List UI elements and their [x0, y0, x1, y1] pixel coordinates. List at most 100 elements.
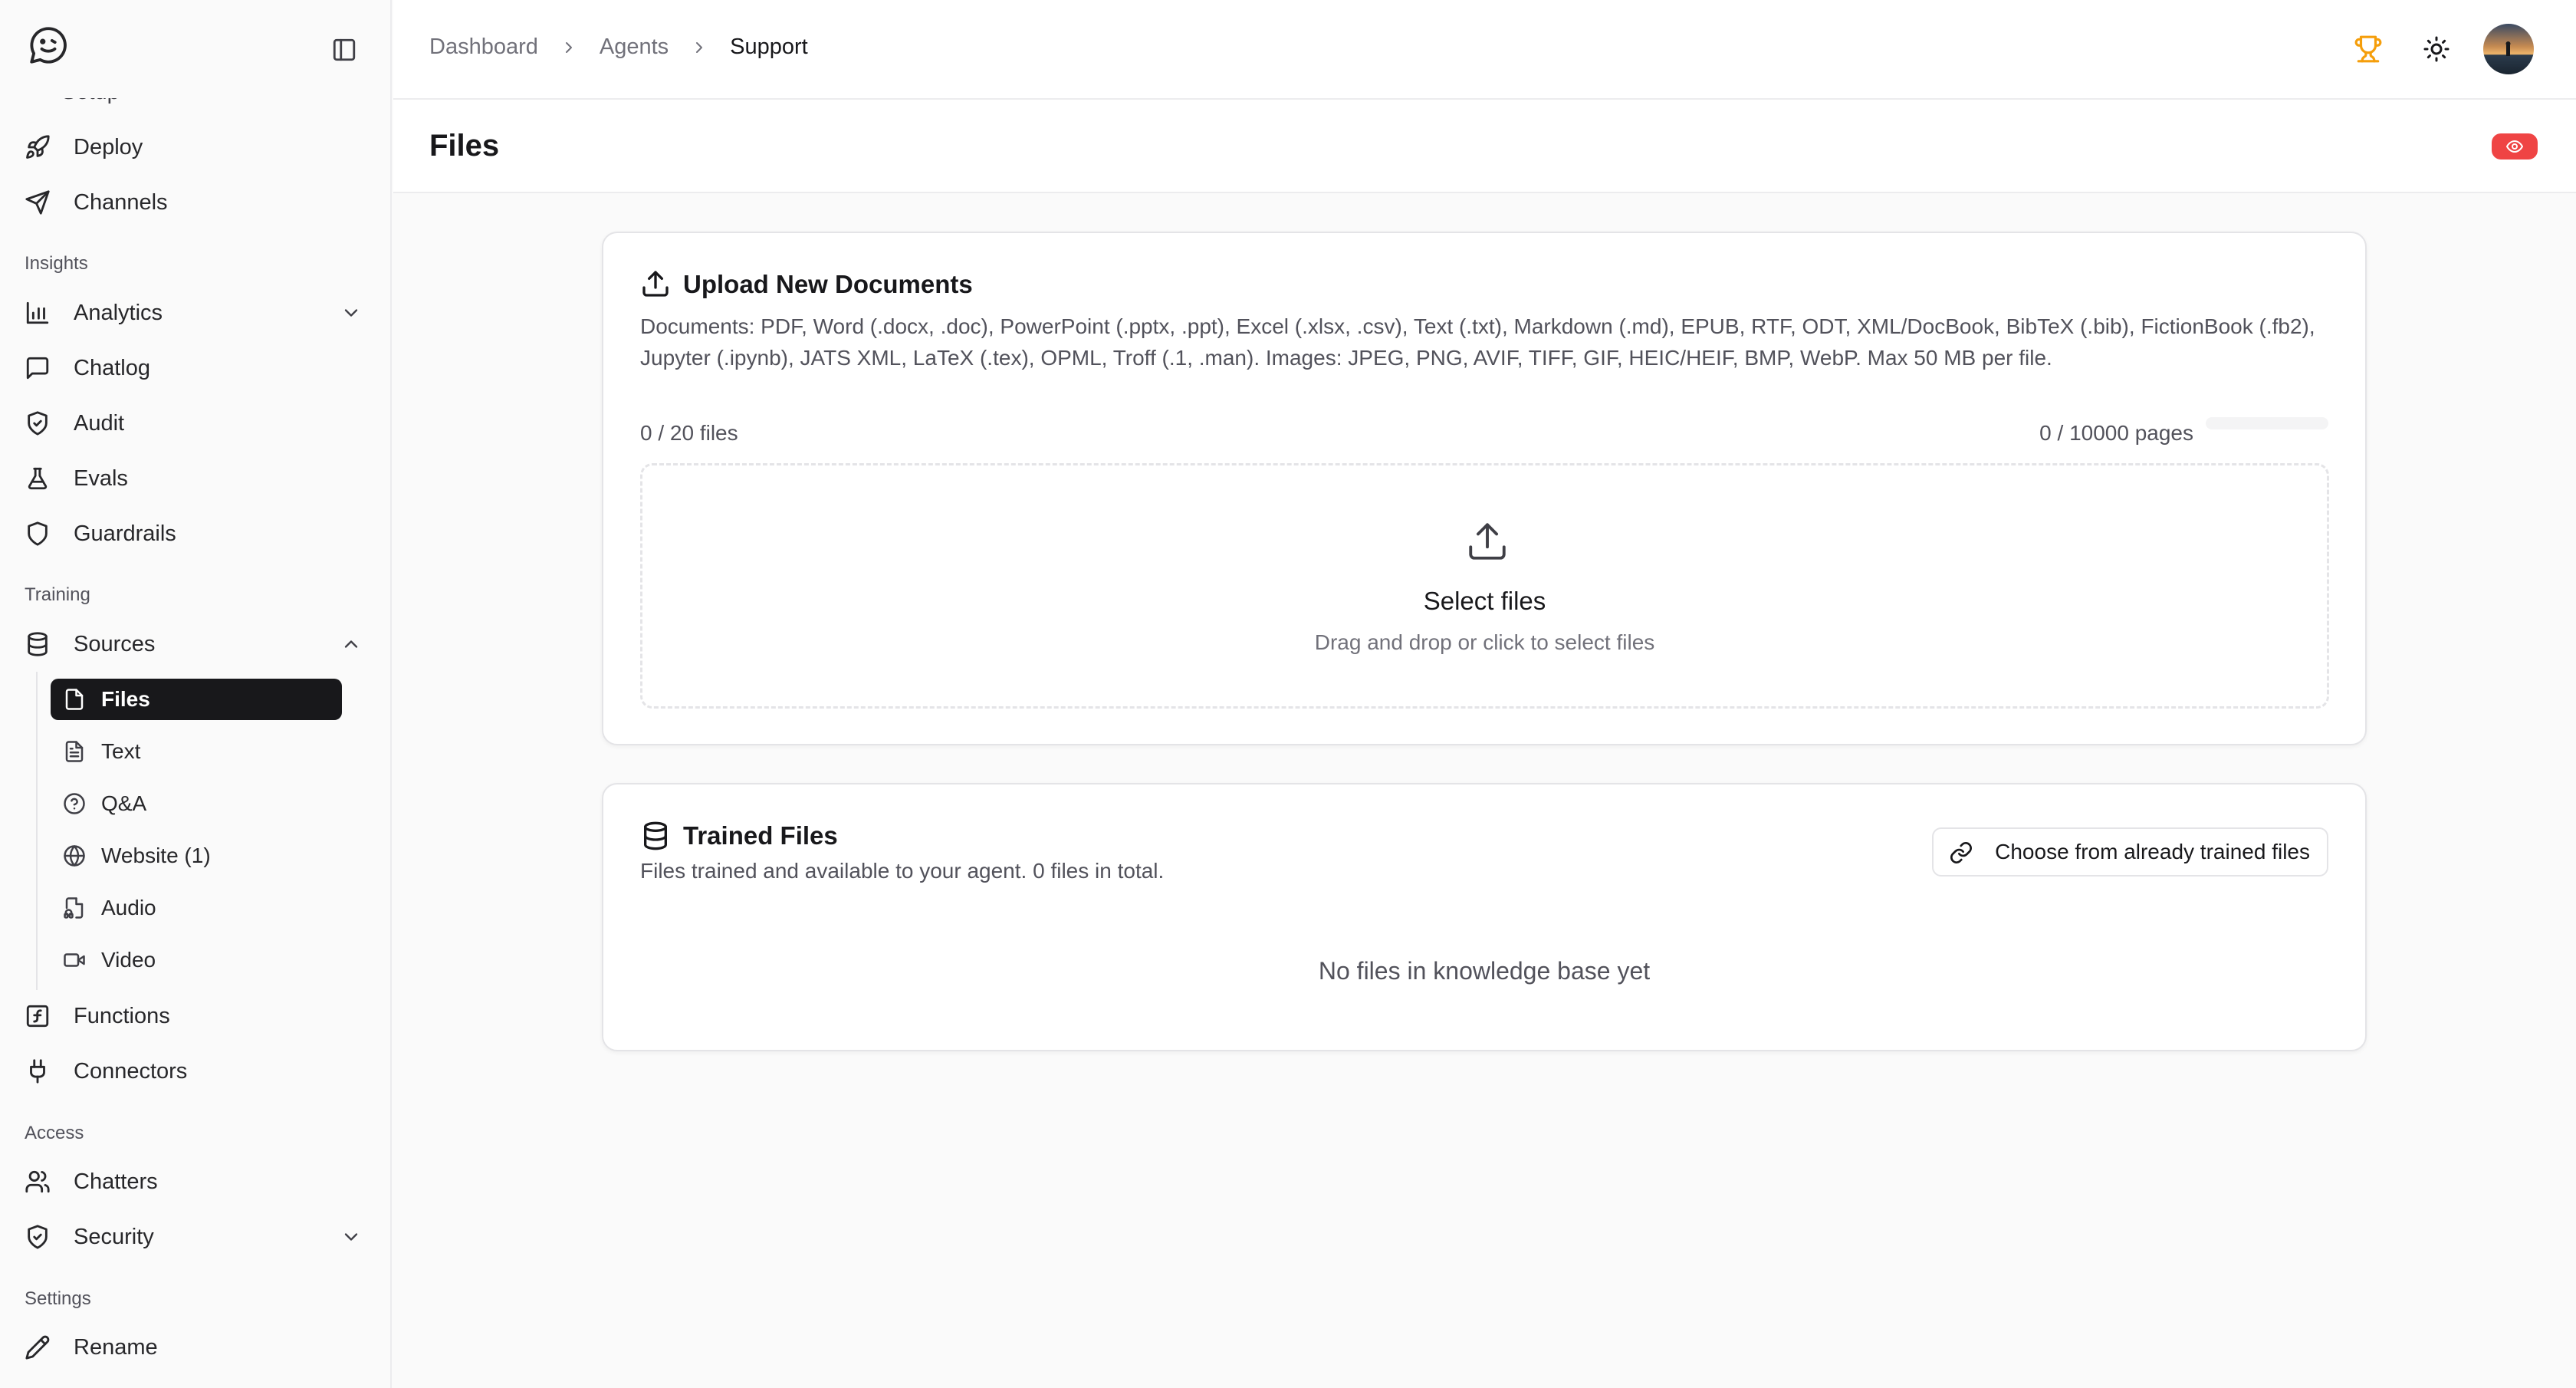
sidebar-item-label: Audit: [74, 410, 125, 436]
sidebar-item-label: Analytics: [74, 300, 163, 325]
shield-icon: [25, 521, 51, 547]
page-header: Files: [393, 100, 2576, 193]
globe-icon: [63, 844, 86, 867]
chat-smile-logo-icon[interactable]: [26, 23, 71, 67]
upload-icon: [1465, 519, 1510, 564]
sidebar-item-audit[interactable]: Audit: [12, 400, 376, 447]
pages-count: 0 / 10000 pages: [2039, 421, 2193, 445]
pages-progress-bar: [2206, 417, 2328, 429]
breadcrumb-dashboard[interactable]: Dashboard: [429, 35, 538, 60]
upload-card-title: Upload New Documents: [683, 270, 973, 298]
sidebar-section-settings: Settings: [25, 1288, 91, 1309]
avatar[interactable]: [2483, 24, 2534, 74]
choose-button-label: Choose from already trained files: [1995, 840, 2310, 863]
sidebar-item-label: Rename: [74, 1334, 158, 1360]
sidebar-item-evals[interactable]: Evals: [12, 455, 376, 502]
trained-card-title: Trained Files: [683, 821, 838, 850]
bar-chart-icon: [25, 300, 51, 326]
sidebar-header: [0, 0, 390, 98]
function-square-icon: [25, 1003, 51, 1029]
send-icon: [25, 189, 51, 215]
breadcrumb-agents[interactable]: Agents: [600, 35, 669, 60]
users-icon: [25, 1169, 51, 1195]
chevron-right-icon: [560, 38, 578, 57]
sidebar-subitem-text[interactable]: Text: [51, 731, 342, 772]
chevron-down-icon[interactable]: [340, 1226, 362, 1248]
sidebar-item-chatters[interactable]: Chatters: [12, 1158, 376, 1205]
sidebar-item-analytics[interactable]: Analytics: [12, 289, 376, 337]
sidebar-toggle-icon[interactable]: [331, 37, 357, 63]
sidebar-subitem-label: Q&A: [101, 791, 147, 815]
sun-icon[interactable]: [2423, 35, 2450, 63]
sidebar-subitem-qa[interactable]: Q&A: [51, 783, 342, 824]
upload-card: Upload New Documents Documents: PDF, Wor…: [602, 232, 2367, 745]
sidebar-item-functions[interactable]: Functions: [12, 992, 376, 1040]
topbar: Dashboard Agents Support: [393, 0, 2576, 100]
shield-check-icon: [25, 1224, 51, 1250]
file-icon: [63, 688, 86, 711]
empty-state-text: No files in knowledge base yet: [1318, 957, 1651, 985]
sidebar-subitem-audio[interactable]: Audio: [51, 887, 342, 929]
trained-files-card: Trained Files Files trained and availabl…: [602, 783, 2367, 1051]
sidebar-item-label: Channels: [74, 189, 168, 215]
sidebar-item-channels[interactable]: Channels: [12, 179, 376, 226]
sidebar-item-connectors[interactable]: Connectors: [12, 1048, 376, 1095]
visibility-badge[interactable]: [2492, 133, 2538, 160]
database-icon: [640, 821, 671, 851]
sidebar-subitem-website[interactable]: Website (1): [51, 835, 342, 877]
sidebar-subitem-files[interactable]: Files: [51, 679, 342, 720]
video-icon: [63, 949, 86, 972]
sidebar-subitem-label: Files: [101, 687, 150, 711]
trophy-icon[interactable]: [2354, 35, 2383, 64]
sidebar-section-insights: Insights: [25, 253, 88, 274]
sidebar-subitem-label: Text: [101, 739, 141, 763]
sidebar: Setup Deploy Channels Insights Analytics…: [0, 0, 392, 1388]
database-icon: [25, 631, 51, 657]
file-audio-icon: [63, 896, 86, 919]
link-icon: [1949, 840, 1973, 865]
sidebar-item-guardrails[interactable]: Guardrails: [12, 510, 376, 558]
chevron-up-icon[interactable]: [340, 633, 362, 655]
plug-icon: [25, 1058, 51, 1084]
dropzone-subtitle: Drag and drop or click to select files: [1314, 630, 1655, 654]
sidebar-item-label: Chatlog: [74, 355, 150, 380]
sidebar-item-label: Guardrails: [74, 521, 176, 546]
sidebar-subitem-label: Website (1): [101, 844, 211, 867]
sidebar-subitem-label: Audio: [101, 896, 156, 919]
sidebar-subitem-label: Video: [101, 948, 156, 972]
submenu-guide-line: [36, 672, 38, 990]
sidebar-item-rename[interactable]: Rename: [12, 1324, 376, 1371]
upload-icon: [640, 268, 671, 299]
pencil-icon: [25, 1334, 51, 1360]
files-count: 0 / 20 files: [640, 421, 738, 445]
message-square-icon: [25, 355, 51, 381]
breadcrumb-support: Support: [730, 35, 808, 59]
shield-check-icon: [25, 410, 51, 436]
sidebar-item-label: Evals: [74, 465, 128, 491]
help-circle-icon: [63, 792, 86, 815]
sidebar-item-sources[interactable]: Sources: [12, 620, 376, 668]
sidebar-subitem-video[interactable]: Video: [51, 939, 342, 981]
page-title: Files: [429, 129, 500, 163]
chevron-right-icon: [690, 38, 708, 57]
sidebar-item-label: Functions: [74, 1003, 170, 1028]
upload-description: Documents: PDF, Word (.docx, .doc), Powe…: [640, 314, 2315, 370]
dropzone-title: Select files: [1423, 587, 1546, 615]
rocket-icon: [25, 134, 51, 160]
sidebar-item-label: Deploy: [74, 134, 143, 160]
sidebar-item-security[interactable]: Security: [12, 1213, 376, 1261]
breadcrumb: Dashboard Agents Support: [429, 35, 808, 60]
choose-trained-files-button[interactable]: Choose from already trained files: [1932, 827, 2328, 877]
eye-icon: [2505, 137, 2524, 156]
sidebar-section-access: Access: [25, 1123, 84, 1143]
file-dropzone[interactable]: Select files Drag and drop or click to s…: [640, 463, 2329, 709]
sidebar-item-label: Security: [74, 1224, 154, 1249]
sidebar-item-label: Chatters: [74, 1169, 158, 1194]
file-text-icon: [63, 740, 86, 763]
sidebar-item-label: Connectors: [74, 1058, 188, 1084]
sidebar-item-chatlog[interactable]: Chatlog: [12, 344, 376, 392]
flask-icon: [25, 465, 51, 492]
sidebar-item-deploy[interactable]: Deploy: [12, 123, 376, 171]
chevron-down-icon[interactable]: [340, 302, 362, 324]
sidebar-section-training: Training: [25, 584, 90, 605]
